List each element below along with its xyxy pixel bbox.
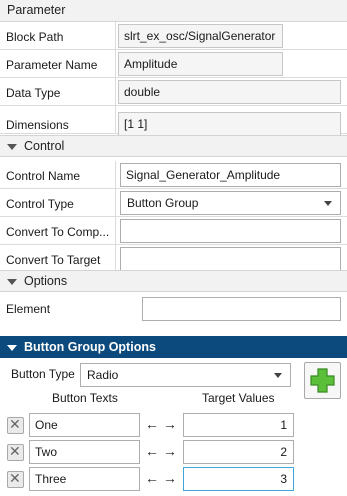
button-text-field[interactable]: Two	[29, 440, 140, 464]
parameter-name-row: Parameter Name Amplitude	[0, 50, 347, 78]
collapse-triangle-icon	[7, 279, 17, 285]
control-section-title: Control	[24, 139, 65, 153]
target-value-field-focused[interactable]: 3	[183, 467, 294, 491]
close-icon: ✕	[9, 443, 21, 459]
collapse-triangle-icon	[7, 345, 17, 351]
dimensions-row: Dimensions [1 1]	[0, 106, 347, 136]
control-type-dropdown[interactable]: Button Group	[120, 191, 341, 215]
button-group-options-header[interactable]: Button Group Options	[0, 336, 347, 358]
collapse-triangle-icon	[7, 144, 17, 150]
add-row-button[interactable]	[304, 362, 341, 399]
chevron-down-icon	[324, 201, 332, 206]
control-name-row: Control Name Signal_Generator_Amplitude	[0, 161, 347, 189]
left-right-arrows-icon: ← →	[145, 470, 177, 486]
delete-row-button[interactable]: ✕	[7, 416, 24, 434]
button-text-field[interactable]: Three	[29, 467, 140, 491]
button-group-options-title: Button Group Options	[24, 340, 156, 354]
button-group-panel: Button Type Radio Button Texts Target Va…	[0, 358, 347, 496]
element-label: Element	[6, 302, 51, 316]
data-type-field[interactable]: double	[118, 80, 341, 104]
control-type-value: Button Group	[127, 196, 199, 210]
close-icon: ✕	[9, 470, 21, 486]
parameter-section-header: Parameter	[0, 0, 347, 22]
convert-to-comp-row: Convert To Comp...	[0, 217, 347, 245]
button-type-label: Button Type	[11, 367, 75, 381]
delete-row-button[interactable]: ✕	[7, 470, 24, 488]
control-type-row: Control Type Button Group	[0, 189, 347, 217]
convert-to-target-field[interactable]	[120, 247, 341, 271]
block-path-row: Block Path slrt_ex_osc/SignalGenerator	[0, 22, 347, 50]
block-path-field[interactable]: slrt_ex_osc/SignalGenerator	[118, 24, 283, 48]
button-texts-header: Button Texts	[52, 391, 118, 405]
chevron-down-icon	[274, 373, 282, 378]
button-type-value: Radio	[87, 368, 119, 382]
data-type-row: Data Type double	[0, 78, 347, 106]
convert-to-target-row: Convert To Target	[0, 245, 347, 273]
target-value-field[interactable]: 1	[183, 413, 294, 437]
convert-to-comp-field[interactable]	[120, 219, 341, 243]
control-type-label: Control Type	[6, 197, 74, 211]
plus-icon	[310, 368, 335, 393]
target-values-header: Target Values	[202, 391, 275, 405]
control-name-label: Control Name	[6, 169, 81, 183]
close-icon: ✕	[9, 416, 21, 432]
button-type-dropdown[interactable]: Radio	[80, 363, 291, 387]
element-field[interactable]	[142, 297, 341, 321]
convert-to-comp-label: Convert To Comp...	[6, 225, 110, 239]
parameter-name-field[interactable]: Amplitude	[118, 52, 283, 76]
block-path-label: Block Path	[6, 30, 64, 44]
dimensions-field[interactable]: [1 1]	[118, 112, 341, 136]
parameter-section-title: Parameter	[7, 3, 66, 17]
dimensions-label: Dimensions	[6, 118, 69, 132]
left-right-arrows-icon: ← →	[145, 443, 177, 459]
target-value-field[interactable]: 2	[183, 440, 294, 464]
control-name-field[interactable]: Signal_Generator_Amplitude	[120, 163, 341, 187]
button-text-field[interactable]: One	[29, 413, 140, 437]
element-row: Element	[0, 292, 347, 334]
data-type-label: Data Type	[6, 86, 61, 100]
delete-row-button[interactable]: ✕	[7, 443, 24, 461]
options-section-header[interactable]: Options	[0, 270, 347, 292]
parameter-name-label: Parameter Name	[6, 58, 98, 72]
left-right-arrows-icon: ← →	[145, 416, 177, 432]
options-section-title: Options	[24, 274, 68, 288]
control-section-header[interactable]: Control	[0, 135, 347, 157]
convert-to-target-label: Convert To Target	[6, 253, 101, 267]
